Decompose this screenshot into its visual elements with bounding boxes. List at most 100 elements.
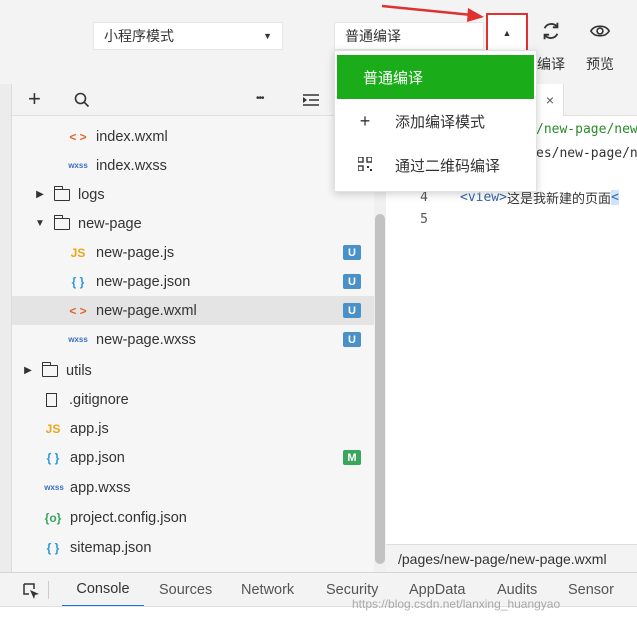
compile-dropdown-toggle[interactable]: ▲	[486, 13, 528, 53]
wxss-icon: wxss	[68, 161, 88, 170]
close-icon[interactable]: ×	[546, 92, 554, 108]
compile-mode-select[interactable]: 普通编译	[334, 22, 484, 50]
menu-item-label: 添加编译模式	[395, 113, 486, 131]
tree-item-gitignore[interactable]: .gitignore	[12, 385, 374, 414]
tree-item-label: logs	[78, 186, 105, 203]
tree-item-label: index.wxss	[96, 157, 167, 174]
tab-label: Network	[241, 582, 295, 598]
tree-item-new-page-js[interactable]: JS new-page.js U	[12, 238, 374, 267]
tree-folder-new-page[interactable]: ▼ new-page	[12, 209, 374, 238]
status-badge: M	[343, 450, 361, 465]
tree-folder-logs[interactable]: ▶ logs	[12, 180, 374, 209]
editor-tab-close[interactable]: ×	[536, 84, 564, 116]
tree-item-label: new-page.json	[96, 273, 191, 290]
tree-item-label: new-page	[78, 215, 142, 232]
js-icon: JS	[70, 245, 86, 260]
qrcode-icon	[335, 155, 395, 174]
caret-right-icon: ▶	[24, 365, 32, 376]
compile-mode-value: 普通编译	[345, 28, 401, 44]
plus-icon: +	[359, 110, 371, 131]
tree-item-label: index.wxml	[96, 128, 168, 145]
status-badge: U	[343, 303, 361, 318]
tab-label: Sources	[159, 582, 213, 598]
menu-item-normal-compile[interactable]: 普通编译	[337, 55, 534, 99]
chevron-down-icon: ▼	[263, 31, 272, 41]
menu-item-label: 通过二维码编译	[395, 157, 501, 175]
code-line: es/new-page/n	[536, 142, 637, 164]
line-number: 5	[420, 211, 428, 227]
tree-item-new-page-wxml[interactable]: < > new-page.wxml U	[12, 296, 374, 325]
tree-item-label: app.wxss	[70, 479, 131, 496]
tree-item-index-wxss[interactable]: wxss index.wxss	[12, 151, 374, 180]
tree-item-label: app.json	[70, 449, 125, 466]
config-json-icon: {o}	[44, 510, 62, 525]
tree-item-app-wxss[interactable]: wxss app.wxss	[12, 473, 374, 502]
file-tree: < > index.wxml wxss index.wxss ▶ logs ▼ …	[12, 116, 374, 572]
code-tag: <	[610, 189, 619, 205]
wxml-icon: < >	[69, 303, 87, 318]
divider	[48, 581, 49, 599]
file-path-status: /pages/new-page/new-page.wxml	[386, 544, 637, 572]
file-path-text: /pages/new-page/new-page.wxml	[398, 550, 607, 567]
top-toolbar: 小程序模式 ▼ 普通编译 ▲ 编译 预览	[0, 0, 637, 82]
preview-button-label: 预览	[586, 56, 614, 72]
wxml-icon: < >	[69, 129, 87, 144]
tree-item-label: new-page.js	[96, 244, 175, 261]
tab-sources[interactable]: Sources	[159, 573, 212, 607]
menu-item-qrcode-compile[interactable]: 通过二维码编译	[335, 143, 536, 187]
mode-select[interactable]: 小程序模式 ▼	[93, 22, 283, 50]
refresh-icon	[543, 22, 559, 40]
tree-folder-utils[interactable]: ▶ utils	[12, 356, 374, 385]
status-badge: U	[343, 245, 361, 260]
tree-item-label: .gitignore	[69, 391, 129, 408]
more-icon[interactable]: •••	[256, 93, 264, 104]
tree-item-label: new-page.wxss	[96, 331, 196, 348]
menu-item-add-compile-mode[interactable]: + 添加编译模式	[335, 99, 536, 143]
collapse-all-icon[interactable]	[303, 94, 319, 106]
folder-open-icon	[53, 214, 70, 230]
mode-select-value: 小程序模式	[104, 28, 174, 44]
tree-item-index-wxml[interactable]: < > index.wxml	[12, 122, 374, 151]
tree-item-new-page-wxss[interactable]: wxss new-page.wxss U	[12, 325, 374, 354]
watermark: https://blog.csdn.net/lanxing_huangyao	[352, 597, 561, 611]
code-line: 5	[386, 208, 460, 230]
tab-label: Console	[76, 581, 130, 597]
json-icon: { }	[46, 450, 60, 465]
status-badge: U	[343, 274, 361, 289]
wxss-icon: wxss	[44, 483, 64, 492]
folder-icon	[53, 185, 70, 201]
scrollbar-thumb[interactable]	[375, 214, 385, 564]
tree-item-new-page-json[interactable]: { } new-page.json U	[12, 267, 374, 296]
compile-button[interactable]: 编译	[533, 20, 569, 74]
tree-item-label: new-page.wxml	[96, 302, 197, 319]
caret-up-icon: ▲	[502, 28, 512, 38]
status-badge: U	[343, 332, 361, 347]
tab-sensor[interactable]: Sensor	[568, 573, 614, 607]
tree-item-label: utils	[66, 362, 92, 379]
tree-item-app-js[interactable]: JS app.js	[12, 414, 374, 443]
compile-button-label: 编译	[537, 56, 565, 72]
tree-item-project-config[interactable]: {o} project.config.json	[12, 503, 374, 532]
caret-right-icon: ▶	[36, 189, 44, 200]
compile-mode-menu: 普通编译 + 添加编译模式 通过二维码编译	[334, 50, 537, 192]
search-icon[interactable]	[74, 92, 90, 108]
preview-button[interactable]: 预览	[580, 20, 620, 74]
tree-item-sitemap-json[interactable]: { } sitemap.json	[12, 533, 374, 562]
tree-item-label: app.js	[70, 420, 109, 437]
js-icon: JS	[45, 421, 61, 436]
activity-strip	[0, 84, 12, 574]
tab-label: Sensor	[568, 582, 614, 598]
add-file-icon[interactable]: +	[28, 86, 41, 112]
tab-network[interactable]: Network	[241, 573, 294, 607]
code-text: /new-page/new	[536, 121, 637, 137]
tab-label: Security	[326, 582, 379, 598]
tab-label: Audits	[497, 582, 538, 598]
json-icon: { }	[71, 274, 85, 289]
tree-item-app-json[interactable]: { } app.json M	[12, 443, 374, 472]
tab-console[interactable]: Console	[62, 573, 144, 607]
code-text: es/new-page/n	[536, 145, 637, 161]
wxss-icon: wxss	[68, 335, 88, 344]
inspect-element-icon[interactable]	[22, 582, 40, 600]
tree-item-label: project.config.json	[70, 509, 187, 526]
code-line: /new-page/new	[536, 118, 637, 140]
